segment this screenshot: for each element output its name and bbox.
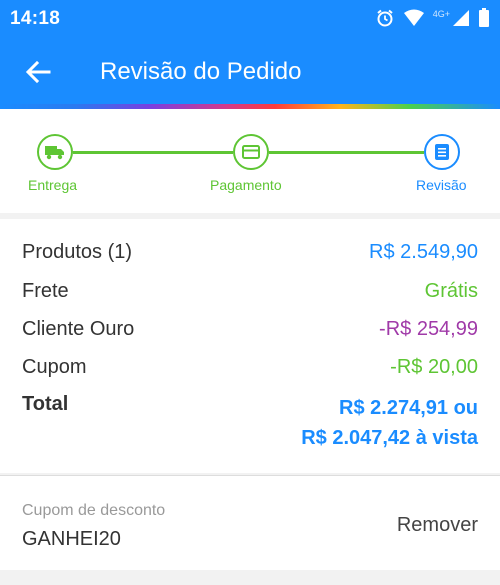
- shipping-value: Grátis: [424, 280, 478, 302]
- coupon-caption: Cupom de desconto: [22, 502, 166, 519]
- credit-card-icon: [242, 145, 260, 159]
- network-label: 4G+: [432, 9, 450, 19]
- status-icons: 4G+: [375, 6, 490, 30]
- discount-coupon-section: Cupom de desconto GANHEI20 Remover: [0, 475, 500, 570]
- truck-icon: [45, 146, 64, 160]
- summary-row-shipping: Frete Grátis: [22, 280, 478, 303]
- total-value: R$ 2.274,91 ou R$ 2.047,42 à vista: [301, 393, 478, 453]
- page-title: Revisão do Pedido: [100, 58, 302, 85]
- step-connector: [269, 151, 424, 154]
- step-label-review: Revisão: [416, 177, 467, 193]
- step-connector: [73, 151, 233, 154]
- order-summary: Produtos (1) R$ 2.549,90 Frete Grátis Cl…: [0, 219, 500, 473]
- products-value: R$ 2.549,90: [369, 241, 478, 263]
- document-icon: [435, 144, 449, 160]
- step-label-payment: Pagamento: [210, 177, 282, 193]
- back-button[interactable]: [18, 52, 58, 92]
- coupon-code: GANHEI20: [22, 528, 121, 550]
- status-time: 14:18: [10, 8, 61, 29]
- checkout-stepper: Entrega Pagamento Revisão: [0, 109, 500, 213]
- wifi-icon: [403, 9, 424, 26]
- step-review[interactable]: [424, 134, 460, 170]
- arrow-left-icon: [25, 60, 51, 84]
- coupon-label: Cupom: [22, 356, 87, 378]
- summary-row-products: Produtos (1) R$ 2.549,90: [22, 241, 478, 264]
- summary-row-coupon: Cupom -R$ 20,00: [22, 356, 478, 379]
- step-delivery[interactable]: [37, 134, 73, 170]
- total-label: Total: [22, 393, 69, 415]
- gold-client-value: -R$ 254,99: [379, 318, 478, 340]
- battery-icon: [479, 8, 489, 27]
- status-bar: 14:18 4G+: [0, 0, 500, 36]
- products-label: Produtos (1): [22, 241, 133, 263]
- signal-icon: [453, 10, 469, 26]
- app-bar: Revisão do Pedido: [0, 36, 500, 108]
- total-cash: R$ 2.047,42 à vista: [301, 427, 478, 449]
- gold-client-label: Cliente Ouro: [22, 318, 135, 340]
- step-payment[interactable]: [233, 134, 269, 170]
- remove-coupon-button[interactable]: Remover: [397, 514, 478, 537]
- summary-row-gold-client: Cliente Ouro -R$ 254,99: [22, 318, 478, 341]
- shipping-label: Frete: [22, 280, 69, 302]
- alarm-icon: [377, 9, 393, 27]
- step-label-delivery: Entrega: [28, 177, 78, 193]
- coupon-value: -R$ 20,00: [390, 356, 478, 378]
- total-installments: R$ 2.274,91 ou: [339, 397, 478, 419]
- summary-row-total: Total R$ 2.274,91 ou R$ 2.047,42 à vista: [22, 393, 478, 453]
